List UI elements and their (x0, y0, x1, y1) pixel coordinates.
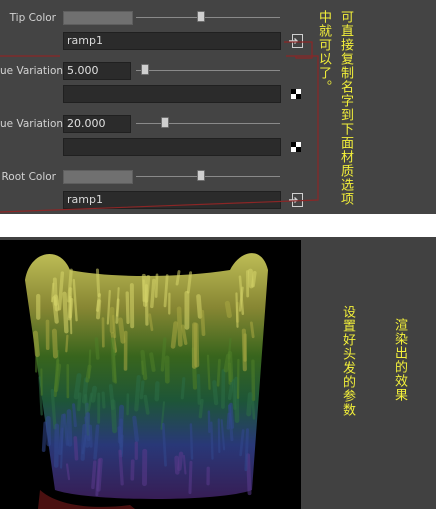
section-divider (0, 214, 436, 237)
annotation-copy-name-note: 可直接复制名字到下面材质选项 (338, 10, 353, 206)
annotation-set-hair-params: 设置好头发的参数 (340, 305, 355, 417)
annotation-bracket (0, 41, 319, 213)
annotation-render-result: 渲染出的效果 (392, 318, 407, 402)
hair-render-image (25, 253, 268, 509)
render-view (0, 240, 301, 509)
annotation-copy-name-note-cont: 中就可以了。 (316, 10, 331, 94)
